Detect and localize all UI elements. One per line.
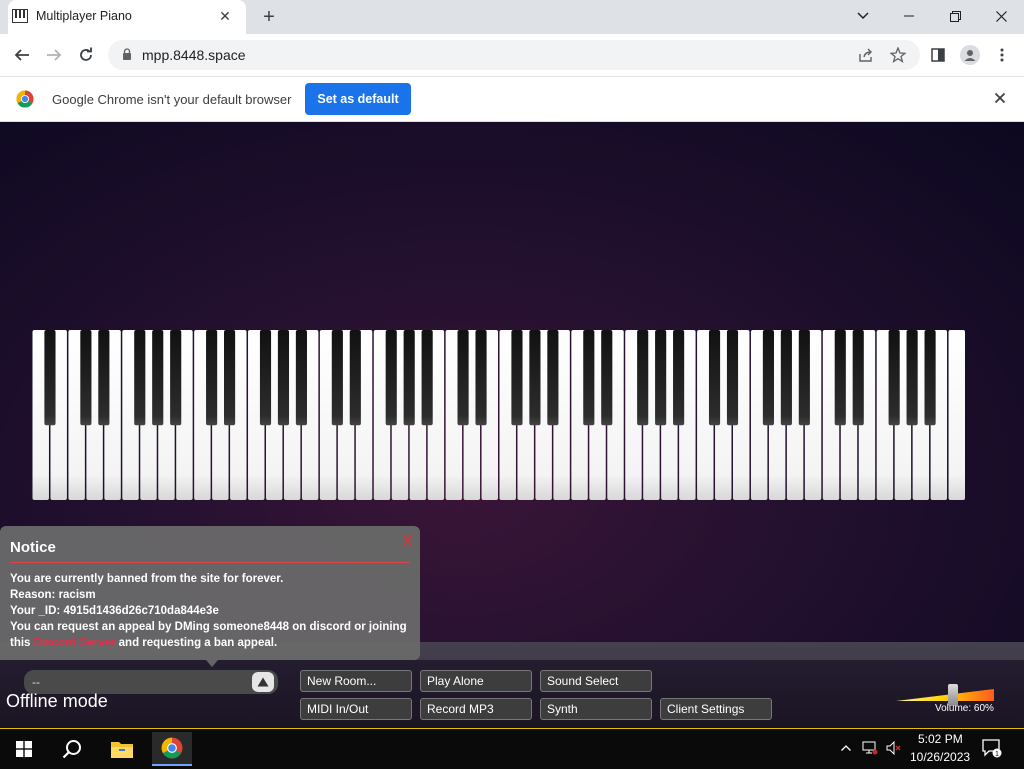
play-alone-button[interactable]: Play Alone xyxy=(420,670,532,692)
infobar-message: Google Chrome isn't your default browser xyxy=(52,92,292,107)
url-text[interactable]: mpp.8448.space xyxy=(142,47,246,63)
offline-mode-label: Offline mode xyxy=(6,691,108,711)
piano-black-key[interactable] xyxy=(134,330,146,426)
notice-title: Notice xyxy=(10,539,56,556)
piano-black-key[interactable] xyxy=(349,330,361,426)
piano-black-key[interactable] xyxy=(529,330,541,426)
close-window-icon[interactable] xyxy=(978,0,1024,32)
notice-ban-line: You are currently banned from the site f… xyxy=(10,573,284,585)
notice-appeal-line: You can request an appeal by DMing someo… xyxy=(10,621,407,633)
tab-close-icon[interactable]: ✕ xyxy=(216,7,234,25)
volume-slider[interactable] xyxy=(896,688,994,702)
set-as-default-button[interactable]: Set as default xyxy=(305,83,411,115)
chrome-logo-icon xyxy=(16,90,34,108)
piano-favicon-icon xyxy=(12,9,28,23)
synth-button[interactable]: Synth xyxy=(540,698,652,720)
piano-black-key[interactable] xyxy=(924,330,936,426)
file-explorer-icon[interactable] xyxy=(102,732,142,766)
piano-black-key[interactable] xyxy=(403,330,415,426)
midi-in-out-button[interactable]: MIDI In/Out xyxy=(300,698,412,720)
restore-icon[interactable] xyxy=(932,0,978,32)
clock-date[interactable]: 10/26/2023 xyxy=(910,750,970,764)
piano-black-key[interactable] xyxy=(295,330,307,426)
piano-black-key[interactable] xyxy=(583,330,595,426)
infobar-close-icon[interactable] xyxy=(990,89,1010,109)
more-menu-icon[interactable] xyxy=(992,45,1012,65)
piano-black-key[interactable] xyxy=(206,330,218,426)
windows-start-icon[interactable] xyxy=(4,732,44,766)
volume-label: Volume: 60% xyxy=(935,703,994,714)
room-select-value: -- xyxy=(32,675,40,689)
network-icon[interactable] xyxy=(862,740,878,756)
notice-discord-suffix: and requesting a ban appeal. xyxy=(115,637,278,649)
piano-black-key[interactable] xyxy=(834,330,846,426)
notice-close-button[interactable]: X xyxy=(402,531,413,551)
piano-black-key[interactable] xyxy=(798,330,810,426)
volume-muted-icon[interactable] xyxy=(886,740,902,756)
notice-reason-line: Reason: racism xyxy=(10,589,96,601)
piano-black-key[interactable] xyxy=(457,330,469,426)
notice-divider xyxy=(10,562,410,563)
clock-time[interactable]: 5:02 PM xyxy=(918,732,963,746)
piano-black-key[interactable] xyxy=(80,330,92,426)
back-arrow-icon[interactable] xyxy=(10,43,34,67)
notice-pointer xyxy=(206,660,218,667)
piano-white-key[interactable] xyxy=(948,330,965,500)
piano-black-key[interactable] xyxy=(170,330,182,426)
piano-black-key[interactable] xyxy=(637,330,649,426)
search-icon[interactable] xyxy=(52,732,92,766)
new-room-button[interactable]: New Room... xyxy=(300,670,412,692)
client-settings-button[interactable]: Client Settings xyxy=(660,698,772,720)
new-tab-button[interactable]: + xyxy=(258,6,280,28)
piano-black-key[interactable] xyxy=(385,330,397,426)
piano-black-key[interactable] xyxy=(708,330,721,426)
discord-server-link[interactable]: Discord Server xyxy=(34,637,116,649)
profile-avatar-icon[interactable] xyxy=(960,45,980,65)
piano-black-key[interactable] xyxy=(511,330,523,426)
piano-black-key[interactable] xyxy=(259,330,272,426)
bookmark-star-icon[interactable] xyxy=(888,45,908,65)
room-expand-arrow-icon[interactable] xyxy=(252,672,274,692)
piano-black-key[interactable] xyxy=(906,330,918,426)
piano-black-key[interactable] xyxy=(547,330,559,426)
piano-black-key[interactable] xyxy=(762,330,774,426)
piano-black-key[interactable] xyxy=(277,330,290,426)
chevron-up-icon[interactable] xyxy=(838,740,854,756)
piano-black-key[interactable] xyxy=(888,330,900,426)
piano-black-key[interactable] xyxy=(655,330,667,426)
tab-search-chevron-icon[interactable] xyxy=(840,0,886,32)
share-icon[interactable] xyxy=(856,45,876,65)
forward-arrow-icon[interactable] xyxy=(42,43,66,67)
chrome-taskbar-icon[interactable] xyxy=(152,732,192,766)
notification-center-icon[interactable]: 1 xyxy=(982,738,1002,758)
piano-black-key[interactable] xyxy=(475,330,487,426)
piano-black-key[interactable] xyxy=(421,330,433,426)
sound-select-button[interactable]: Sound Select xyxy=(540,670,652,692)
piano-keyboard[interactable] xyxy=(32,330,966,500)
piano-black-key[interactable] xyxy=(98,330,110,426)
piano-black-key[interactable] xyxy=(152,330,164,426)
minimize-icon[interactable] xyxy=(886,0,932,32)
notice-discord-line: this Discord Server and requesting a ban… xyxy=(10,637,277,649)
piano-black-key[interactable] xyxy=(726,330,739,426)
piano-black-key[interactable] xyxy=(331,330,343,426)
piano-black-key[interactable] xyxy=(44,330,56,426)
notice-id-line: Your _ID: 4915d1436d26c710da844e3e xyxy=(10,605,219,617)
notice-discord-prefix: this xyxy=(10,637,34,649)
lock-icon[interactable] xyxy=(122,48,132,60)
piano-black-key[interactable] xyxy=(224,330,236,426)
tab-title: Multiplayer Piano xyxy=(36,9,132,23)
piano-black-key[interactable] xyxy=(852,330,864,426)
reload-icon[interactable] xyxy=(74,43,98,67)
piano-black-key[interactable] xyxy=(673,330,685,426)
piano-black-key[interactable] xyxy=(601,330,613,426)
record-mp3-button[interactable]: Record MP3 xyxy=(420,698,532,720)
notification-count: 1 xyxy=(995,751,999,758)
piano-black-key[interactable] xyxy=(780,330,792,426)
side-panel-icon[interactable] xyxy=(928,45,948,65)
